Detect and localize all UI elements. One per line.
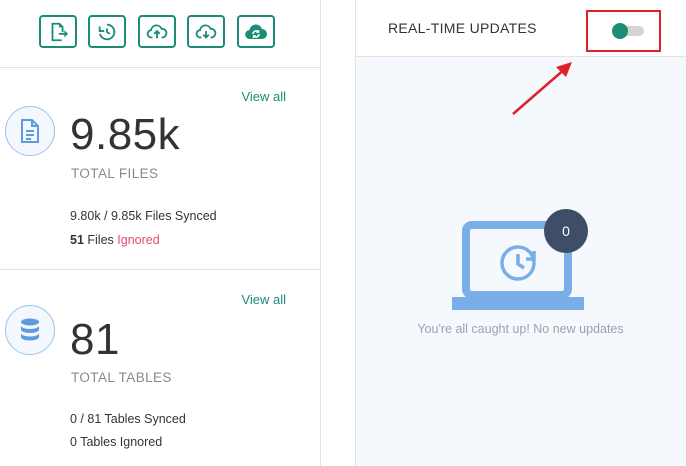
updates-count-badge: 0 [544,209,588,253]
tables-card: View all 81 TOTAL TABLES 0 / 81 Tables S… [0,271,320,466]
database-icon [21,318,39,341]
no-updates-message: You're all caught up! No new updates [417,322,624,336]
files-synced-line: 9.80k / 9.85k Files Synced [70,209,217,223]
cloud-download-icon [195,24,217,39]
files-total-label: TOTAL FILES [71,166,159,181]
toggle-highlight-box [586,10,661,52]
cloud-upload-icon [146,24,168,38]
updates-header: REAL-TIME UPDATES [356,0,686,57]
files-synced-text: Files Synced [145,209,217,223]
file-export-icon [51,22,69,41]
cloud-sync-icon [245,24,267,39]
files-icon-badge [5,106,55,156]
files-ignored-line: 51 Files Ignored [70,233,160,247]
tables-ignored-text: Tables Ignored [80,435,163,449]
tables-total-count: 81 [70,315,120,364]
history-restore-icon [98,23,116,40]
files-ignored-text: Ignored [117,233,160,247]
download-button[interactable] [187,15,225,48]
restore-button[interactable] [88,15,126,48]
tables-icon-badge [5,305,55,355]
sync-button[interactable] [237,15,275,48]
tables-total-label: TOTAL TABLES [71,370,172,385]
tables-synced-text: Tables Synced [104,412,186,426]
tables-synced-count: 0 / 81 [70,412,102,426]
files-synced-count: 9.80k / 9.85k [70,209,142,223]
tables-synced-line: 0 / 81 Tables Synced [70,412,186,426]
document-icon [21,119,39,143]
files-ignored-count: 51 [70,233,84,247]
files-card: View all 9.85k TOTAL FILES 9.80k / 9.85k… [0,69,320,270]
files-view-all-link[interactable]: View all [241,89,286,104]
updates-title: REAL-TIME UPDATES [388,20,537,36]
tables-view-all-link[interactable]: View all [241,292,286,307]
red-arrow-annotation [512,62,572,115]
files-total-count: 9.85k [70,110,181,159]
action-toolbar [0,0,320,68]
upload-button[interactable] [138,15,176,48]
files-ignored-word: Files [87,233,114,247]
tables-ignored-count: 0 [70,435,77,449]
summary-panel: View all 9.85k TOTAL FILES 9.80k / 9.85k… [0,0,321,466]
realtime-updates-toggle[interactable] [612,23,644,39]
toggle-knob [612,23,628,39]
tables-ignored-line: 0 Tables Ignored [70,435,162,449]
export-button[interactable] [39,15,77,48]
